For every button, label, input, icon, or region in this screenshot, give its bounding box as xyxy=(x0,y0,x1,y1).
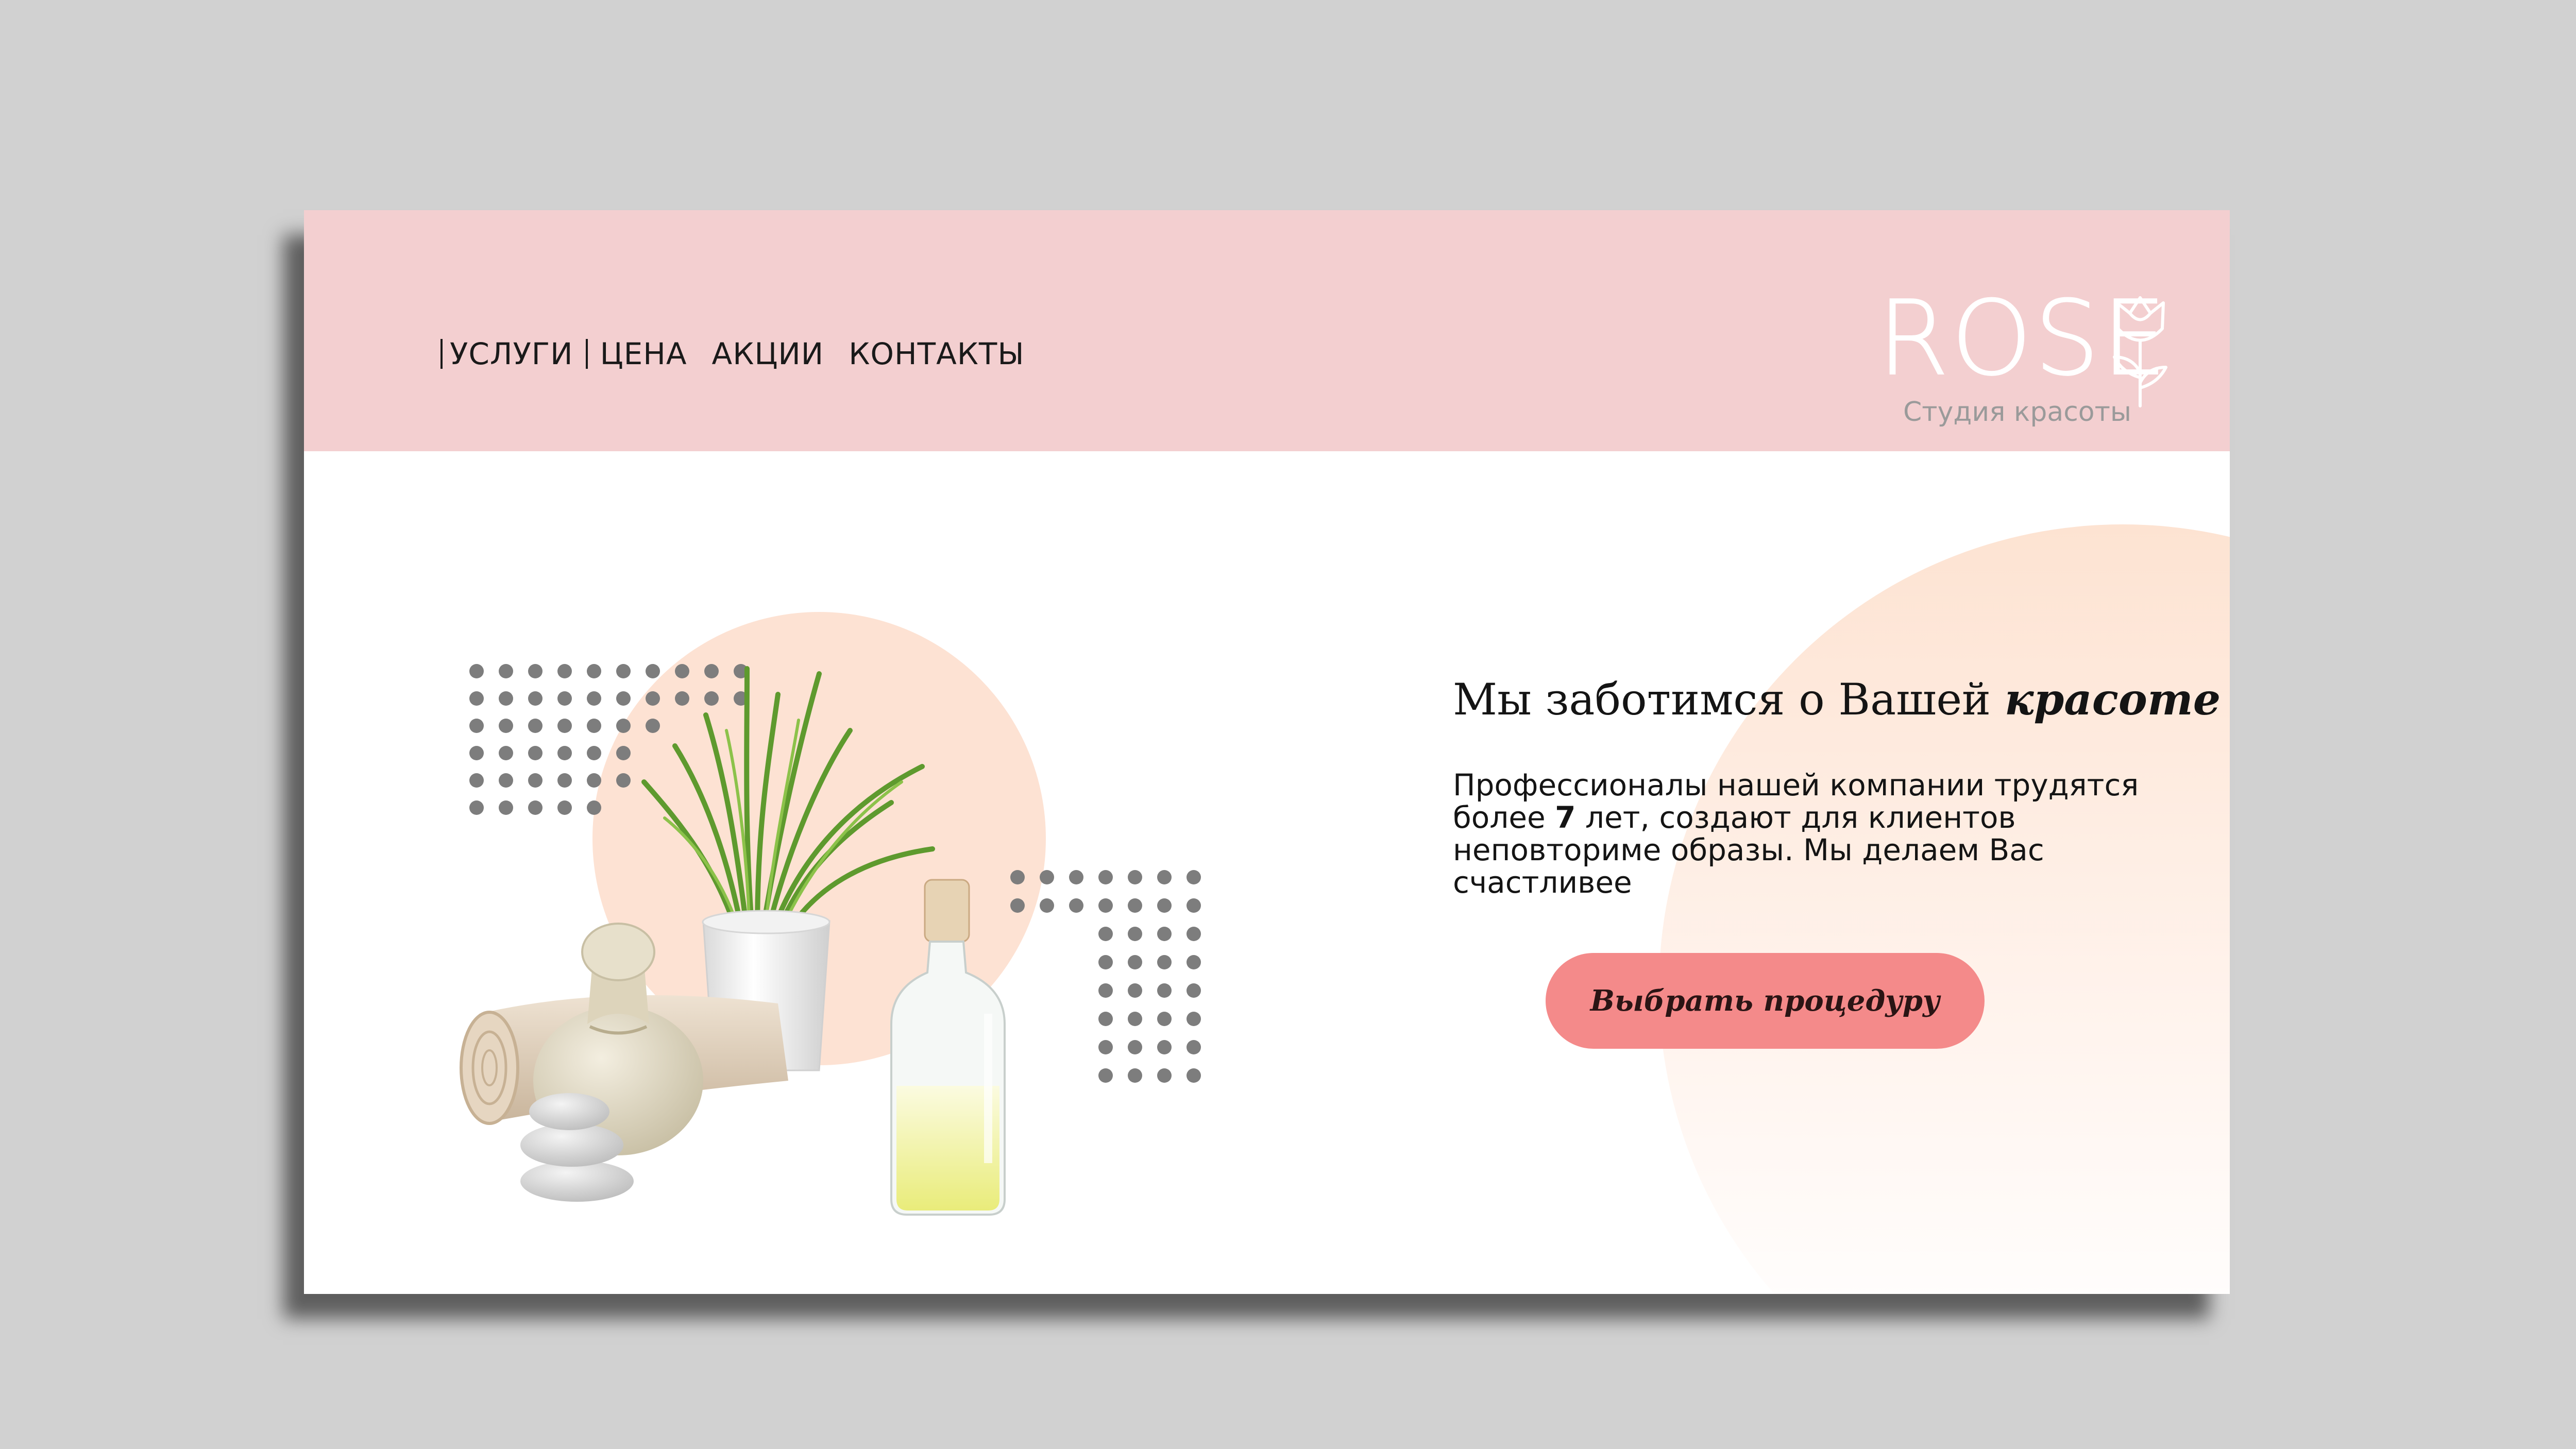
logo-subtitle: Студия красоты xyxy=(1903,397,2131,428)
site-header: УСЛУГИ ЦЕНА АКЦИИ КОНТАКТЫ ROSE Студия к… xyxy=(304,210,2230,451)
hero-title-accent: красоте xyxy=(2004,674,2221,725)
hero-title-plain: Мы заботимся о Вашей xyxy=(1453,674,2005,725)
nav-item-price[interactable]: ЦЕНА xyxy=(588,339,700,369)
hero-years-count: 7 xyxy=(1555,800,1576,835)
choose-procedure-button[interactable]: Выбрать процедуру xyxy=(1546,953,1985,1049)
nav-item-services[interactable]: УСЛУГИ xyxy=(440,339,588,369)
nav-item-promotions[interactable]: АКЦИИ xyxy=(700,339,837,369)
landing-page: УСЛУГИ ЦЕНА АКЦИИ КОНТАКТЫ ROSE Студия к… xyxy=(304,210,2230,1294)
logo[interactable]: ROSE Студия красоты xyxy=(1877,287,2207,432)
peach-gradient-circle xyxy=(1659,524,2230,1294)
main-nav: УСЛУГИ ЦЕНА АКЦИИ КОНТАКТЫ xyxy=(440,326,1037,382)
hero-title: Мы заботимся о Вашей красоте xyxy=(1453,674,2221,725)
nav-item-contacts[interactable]: КОНТАКТЫ xyxy=(836,339,1037,369)
rose-flower-icon xyxy=(2113,296,2167,407)
hero-description: Профессионалы нашей компании трудятся бо… xyxy=(1453,769,2143,899)
spa-products-image xyxy=(460,666,1006,1216)
